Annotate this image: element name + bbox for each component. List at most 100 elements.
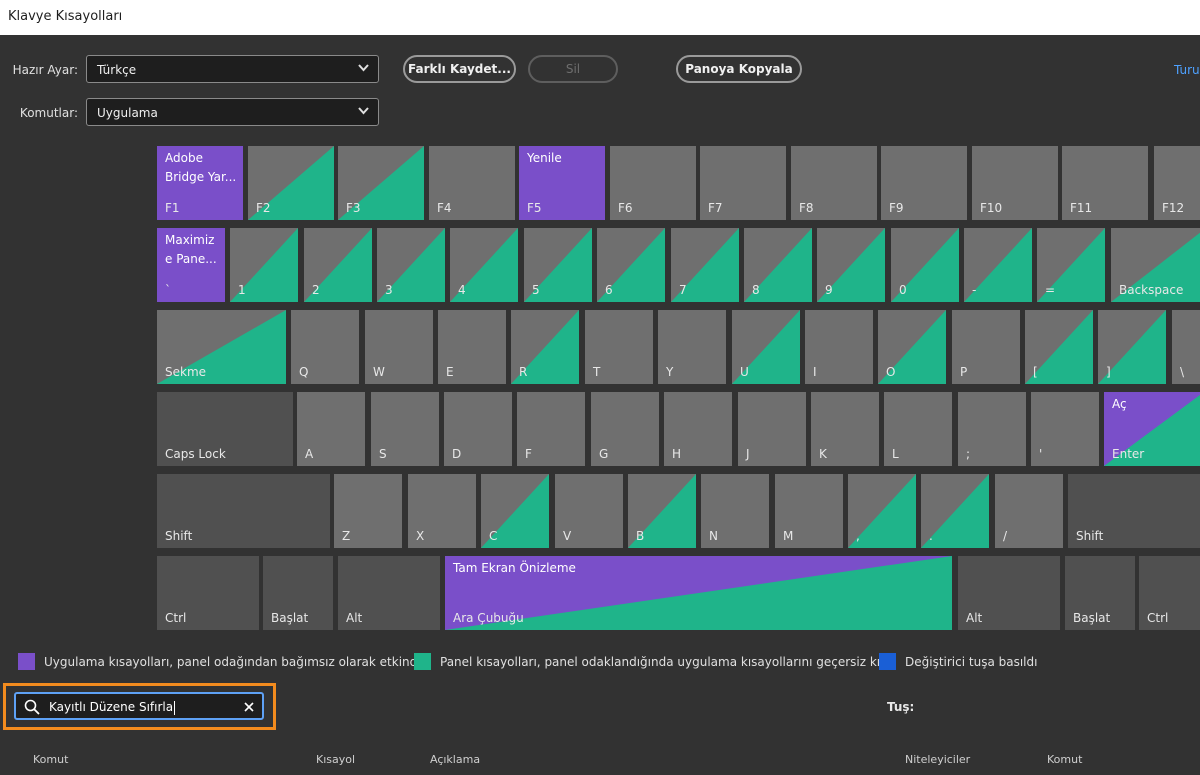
key-command: Yenile (527, 151, 562, 165)
key-f10[interactable]: F10 (972, 146, 1058, 220)
key-f3[interactable]: F3 (338, 146, 424, 220)
key-l[interactable]: L (884, 392, 952, 466)
key-2[interactable]: 2 (304, 228, 372, 302)
key-f[interactable]: F (517, 392, 585, 466)
key-alt[interactable]: Alt (338, 556, 440, 630)
key-4[interactable]: 4 (450, 228, 518, 302)
key-i[interactable]: I (805, 310, 873, 384)
clear-icon[interactable] (244, 702, 254, 712)
key-0[interactable]: 0 (891, 228, 959, 302)
key-backspace[interactable]: Backspace (1111, 228, 1200, 302)
key-bracket-open[interactable]: [ (1025, 310, 1093, 384)
key-label: F12 (1162, 201, 1185, 215)
key-p[interactable]: P (952, 310, 1020, 384)
key-s[interactable]: S (371, 392, 439, 466)
key-backslash[interactable]: \ (1172, 310, 1200, 384)
key-y[interactable]: Y (658, 310, 726, 384)
key-label: P (960, 365, 968, 379)
key-slash[interactable]: / (995, 474, 1063, 548)
key-ctrl[interactable]: Ctrl (157, 556, 259, 630)
key-x[interactable]: X (408, 474, 476, 548)
key-k[interactable]: K (811, 392, 879, 466)
key-d[interactable]: D (444, 392, 512, 466)
key-command: Adobe Bridge Yar... (165, 151, 237, 184)
save-as-button[interactable]: Farklı Kaydet... (403, 55, 516, 83)
key-quote[interactable]: ' (1031, 392, 1099, 466)
key-f1[interactable]: Adobe Bridge Yar... F1 (157, 146, 243, 220)
key-f12[interactable]: F12 (1154, 146, 1200, 220)
key-f7[interactable]: F7 (700, 146, 786, 220)
key-label: F2 (256, 201, 271, 215)
key-label: . (929, 529, 933, 543)
column-header-description[interactable]: Açıklama (430, 753, 480, 766)
tour-link[interactable]: Turu (1174, 63, 1200, 77)
key-m[interactable]: M (775, 474, 843, 548)
key-6[interactable]: 6 (597, 228, 665, 302)
key-f9[interactable]: F9 (881, 146, 967, 220)
key-w[interactable]: W (365, 310, 433, 384)
key-shift[interactable]: Shift (1068, 474, 1200, 548)
key-comma[interactable]: , (848, 474, 916, 548)
key-5[interactable]: 5 (524, 228, 592, 302)
key-baslat[interactable]: Başlat (263, 556, 333, 630)
key-caps-lock[interactable]: Caps Lock (157, 392, 293, 466)
key-f4[interactable]: F4 (429, 146, 515, 220)
key-label: 2 (312, 283, 320, 297)
key-h[interactable]: H (664, 392, 732, 466)
key-label: Z (342, 529, 351, 543)
key-sekme[interactable]: Sekme (157, 310, 286, 384)
key-label: Alt (966, 611, 983, 625)
column-header-shortcut[interactable]: Kısayol (316, 753, 355, 766)
key-g[interactable]: G (591, 392, 659, 466)
key-label: Y (666, 365, 674, 379)
key-1[interactable]: 1 (230, 228, 298, 302)
key-z[interactable]: Z (334, 474, 402, 548)
commands-select[interactable]: Uygulama (86, 98, 379, 126)
key-shift[interactable]: Shift (157, 474, 330, 548)
key-f6[interactable]: F6 (610, 146, 696, 220)
key-minus[interactable]: - (964, 228, 1032, 302)
key-f5[interactable]: Yenile F5 (519, 146, 605, 220)
key-a[interactable]: A (297, 392, 365, 466)
key-n[interactable]: N (701, 474, 769, 548)
key-baslat[interactable]: Başlat (1065, 556, 1135, 630)
key-backtick[interactable]: Maximiz e Pane... ` (157, 228, 225, 302)
key-label: E (446, 365, 454, 379)
column-header-modifiers[interactable]: Niteleyiciler (905, 753, 970, 766)
key-o[interactable]: O (878, 310, 946, 384)
key-semicolon[interactable]: ; (958, 392, 1026, 466)
delete-button[interactable]: Sil (528, 55, 618, 83)
key-3[interactable]: 3 (377, 228, 445, 302)
key-f11[interactable]: F11 (1062, 146, 1148, 220)
key-u[interactable]: U (732, 310, 800, 384)
key-7[interactable]: 7 (671, 228, 739, 302)
key-f8[interactable]: F8 (791, 146, 877, 220)
key-label: F8 (799, 201, 814, 215)
key-q[interactable]: Q (291, 310, 359, 384)
key-8[interactable]: 8 (744, 228, 812, 302)
key-9[interactable]: 9 (817, 228, 885, 302)
column-header-modifier-command[interactable]: Komut (1047, 753, 1082, 766)
key-v[interactable]: V (555, 474, 623, 548)
key-label: - (972, 283, 977, 297)
key-ctrl[interactable]: Ctrl (1139, 556, 1200, 630)
key-alt[interactable]: Alt (958, 556, 1060, 630)
key-label: ' (1039, 447, 1043, 461)
key-f2[interactable]: F2 (248, 146, 334, 220)
key-j[interactable]: J (738, 392, 806, 466)
key-t[interactable]: T (585, 310, 653, 384)
column-header-command[interactable]: Komut (33, 753, 68, 766)
key-ara-cubugu[interactable]: Tam Ekran Önizleme Ara Çubuğu (445, 556, 952, 630)
key-e[interactable]: E (438, 310, 506, 384)
key-b[interactable]: B (628, 474, 696, 548)
key-c[interactable]: C (481, 474, 549, 548)
search-input[interactable]: Kayıtlı Düzene Sıfırla (14, 692, 264, 720)
copy-to-clipboard-button[interactable]: Panoya Kopyala (676, 55, 802, 83)
key-enter[interactable]: Aç Enter (1104, 392, 1200, 466)
key-label: I (813, 365, 817, 379)
key-period[interactable]: . (921, 474, 989, 548)
preset-select[interactable]: Türkçe (86, 55, 379, 83)
key-r[interactable]: R (511, 310, 579, 384)
key-bracket-close[interactable]: ] (1098, 310, 1166, 384)
key-equals[interactable]: = (1037, 228, 1105, 302)
